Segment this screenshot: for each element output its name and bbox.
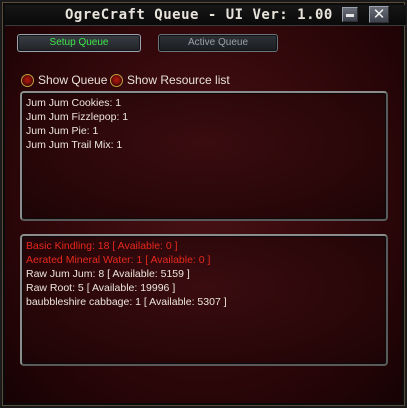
queue-item[interactable]: Jum Jum Trail Mix: 1 xyxy=(26,138,382,152)
show-queue-radio[interactable] xyxy=(21,73,34,87)
show-resource-list-option[interactable]: Show Resource list xyxy=(110,72,230,88)
resource-item: Raw Jum Jum: 8 [ Available: 5159 ] xyxy=(26,268,190,280)
title-bar[interactable]: OgreCraft Queue - UI Ver: 1.00 ✕ xyxy=(5,5,406,26)
resource-list-panel[interactable]: Basic Kindling: 18 [ Available: 0 ] Aera… xyxy=(20,234,388,366)
close-icon: ✕ xyxy=(372,5,386,23)
show-resource-list-radio[interactable] xyxy=(110,73,123,87)
resource-item-missing: Aerated Mineral Water: 1 [ Available: 0 … xyxy=(26,254,211,266)
minimize-icon xyxy=(346,14,354,17)
ogrecraft-queue-window: OgreCraft Queue - UI Ver: 1.00 ✕ Setup Q… xyxy=(0,0,407,408)
show-resource-list-label: Show Resource list xyxy=(127,73,230,87)
minimize-button[interactable] xyxy=(342,7,358,22)
tab-setup-queue[interactable]: Setup Queue xyxy=(17,34,141,52)
queue-list-panel[interactable]: Jum Jum Cookies: 1 Jum Jum Fizzlepop: 1 … xyxy=(20,91,388,221)
queue-item[interactable]: Jum Jum Fizzlepop: 1 xyxy=(26,110,382,124)
show-queue-option[interactable]: Show Queue xyxy=(21,72,107,88)
close-button[interactable]: ✕ xyxy=(369,5,389,23)
queue-item[interactable]: Jum Jum Cookies: 1 xyxy=(26,96,382,110)
queue-item[interactable]: Jum Jum Pie: 1 xyxy=(26,124,382,138)
resource-item: Raw Root: 5 [ Available: 19996 ] xyxy=(26,282,176,294)
resource-item-missing: Basic Kindling: 18 [ Available: 0 ] xyxy=(26,240,178,252)
window-title: OgreCraft Queue - UI Ver: 1.00 xyxy=(65,7,333,23)
resource-item: baubbleshire cabbage: 1 [ Available: 530… xyxy=(26,296,227,308)
show-queue-label: Show Queue xyxy=(38,73,108,87)
tab-active-queue[interactable]: Active Queue xyxy=(158,34,278,52)
